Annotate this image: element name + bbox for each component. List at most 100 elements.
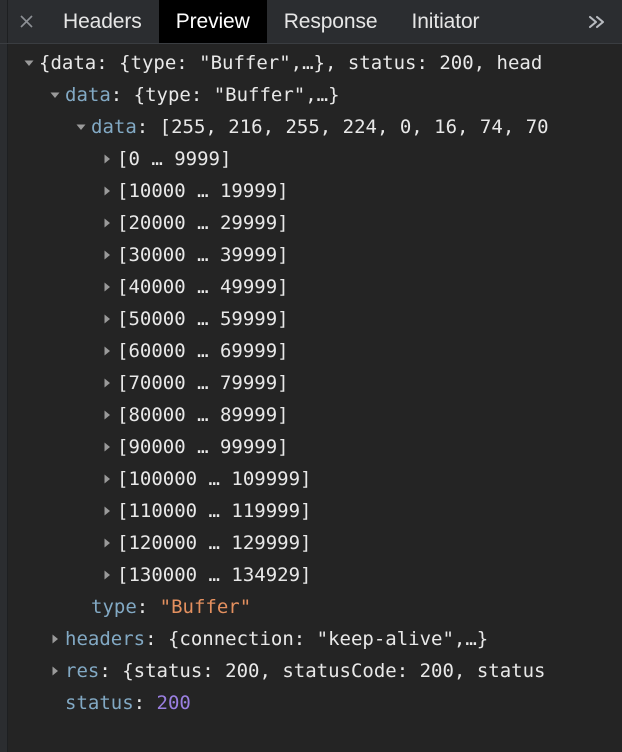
- json-key: type: [91, 596, 137, 618]
- tab-list: Headers Preview Response Initiator: [46, 0, 496, 43]
- tree-row[interactable]: [100000 … 109999]: [8, 463, 622, 495]
- tree-row[interactable]: [40000 … 49999]: [8, 271, 622, 303]
- tab-preview[interactable]: Preview: [159, 0, 267, 43]
- tree-row-text: [30000 … 39999]: [117, 239, 289, 271]
- json-preview-text: [30000 … 39999]: [117, 244, 289, 266]
- tree-row[interactable]: [30000 … 39999]: [8, 239, 622, 271]
- json-preview-text: :: [137, 596, 160, 618]
- chevron-right-icon[interactable]: [100, 207, 114, 239]
- chevron-right-icon[interactable]: [100, 175, 114, 207]
- json-number-value: 200: [157, 692, 191, 714]
- tree-row[interactable]: data: [255, 216, 255, 224, 0, 16, 74, 70: [8, 111, 622, 143]
- tree-row[interactable]: [10000 … 19999]: [8, 175, 622, 207]
- tree-row[interactable]: [110000 … 119999]: [8, 495, 622, 527]
- tree-row[interactable]: headers: {connection: "keep-alive",…}: [8, 623, 622, 655]
- chevron-right-icon[interactable]: [100, 431, 114, 463]
- chevron-down-icon[interactable]: [48, 79, 62, 111]
- tree-row[interactable]: status: 200: [8, 687, 622, 719]
- close-button[interactable]: [0, 0, 46, 43]
- json-key: data: [65, 84, 111, 106]
- json-preview-text: :: [134, 692, 157, 714]
- tree-row[interactable]: res: {status: 200, statusCode: 200, stat…: [8, 655, 622, 687]
- json-preview-text: {data: {type: "Buffer",…}, status: 200, …: [39, 52, 542, 74]
- tab-initiator[interactable]: Initiator: [394, 0, 496, 43]
- tree-row-text: [130000 … 134929]: [117, 559, 311, 591]
- chevron-down-icon[interactable]: [22, 47, 36, 79]
- chevron-down-icon[interactable]: [74, 111, 88, 143]
- chevron-right-icon[interactable]: [100, 239, 114, 271]
- tab-label: Response: [284, 10, 378, 34]
- chevron-right-icon[interactable]: [100, 143, 114, 175]
- json-preview-text: [40000 … 49999]: [117, 276, 289, 298]
- preview-panel: {data: {type: "Buffer",…}, status: 200, …: [0, 44, 622, 752]
- chevron-right-icon[interactable]: [48, 623, 62, 655]
- chevron-right-icon[interactable]: [100, 495, 114, 527]
- json-preview-text: [0 … 9999]: [117, 148, 231, 170]
- json-preview-text: [10000 … 19999]: [117, 180, 289, 202]
- close-icon: [18, 13, 35, 30]
- tab-label: Initiator: [411, 10, 479, 34]
- json-preview-text: [20000 … 29999]: [117, 212, 289, 234]
- tree-row-text: {data: {type: "Buffer",…}, status: 200, …: [39, 47, 542, 79]
- chevron-right-icon[interactable]: [100, 367, 114, 399]
- tree-row[interactable]: [20000 … 29999]: [8, 207, 622, 239]
- tree-row[interactable]: type: "Buffer": [8, 591, 622, 623]
- tree-row[interactable]: [80000 … 89999]: [8, 399, 622, 431]
- json-key: status: [65, 692, 134, 714]
- chevron-double-right-icon: [586, 13, 608, 31]
- chevron-right-icon[interactable]: [100, 527, 114, 559]
- chevron-right-icon: [48, 687, 62, 719]
- tree-row[interactable]: [130000 … 134929]: [8, 559, 622, 591]
- tree-row[interactable]: [90000 … 99999]: [8, 431, 622, 463]
- chevron-right-icon[interactable]: [100, 271, 114, 303]
- json-preview-text: [60000 … 69999]: [117, 340, 289, 362]
- tree-row-text: [0 … 9999]: [117, 143, 231, 175]
- chevron-right-icon[interactable]: [100, 335, 114, 367]
- json-preview-text: : {type: "Buffer",…}: [111, 84, 340, 106]
- tree-row-text: [90000 … 99999]: [117, 431, 289, 463]
- chevron-right-icon[interactable]: [100, 463, 114, 495]
- json-key: res: [65, 660, 99, 682]
- tree-row-text: type: "Buffer": [91, 591, 251, 623]
- json-tree[interactable]: {data: {type: "Buffer",…}, status: 200, …: [8, 44, 622, 752]
- json-preview-text: [120000 … 129999]: [117, 532, 311, 554]
- tree-row[interactable]: data: {type: "Buffer",…}: [8, 79, 622, 111]
- tree-row-text: [50000 … 59999]: [117, 303, 289, 335]
- chevron-right-icon[interactable]: [100, 559, 114, 591]
- tree-row[interactable]: [0 … 9999]: [8, 143, 622, 175]
- json-preview-text: [100000 … 109999]: [117, 468, 311, 490]
- chevron-right-icon[interactable]: [48, 655, 62, 687]
- tree-row-text: [100000 … 109999]: [117, 463, 311, 495]
- tree-row[interactable]: [60000 … 69999]: [8, 335, 622, 367]
- tab-label: Preview: [176, 10, 250, 34]
- tree-row-text: headers: {connection: "keep-alive",…}: [65, 623, 488, 655]
- json-key: data: [91, 116, 137, 138]
- tree-row[interactable]: [50000 … 59999]: [8, 303, 622, 335]
- more-tabs-button[interactable]: [572, 0, 622, 43]
- tree-row[interactable]: [120000 … 129999]: [8, 527, 622, 559]
- json-preview-text: [50000 … 59999]: [117, 308, 289, 330]
- tree-row[interactable]: [70000 … 79999]: [8, 367, 622, 399]
- tab-label: Headers: [63, 10, 142, 34]
- tab-headers[interactable]: Headers: [46, 0, 159, 43]
- json-preview-text: [130000 … 134929]: [117, 564, 311, 586]
- tab-response[interactable]: Response: [267, 0, 395, 43]
- tree-row-text: data: {type: "Buffer",…}: [65, 79, 340, 111]
- json-preview-text: [70000 … 79999]: [117, 372, 289, 394]
- tree-row-text: [70000 … 79999]: [117, 367, 289, 399]
- tree-row-text: [110000 … 119999]: [117, 495, 311, 527]
- chevron-right-icon[interactable]: [100, 399, 114, 431]
- json-key: headers: [65, 628, 145, 650]
- json-preview-text: [110000 … 119999]: [117, 500, 311, 522]
- json-preview-text: [90000 … 99999]: [117, 436, 289, 458]
- json-preview-text: : {status: 200, statusCode: 200, status: [99, 660, 545, 682]
- tree-row-text: [60000 … 69999]: [117, 335, 289, 367]
- tree-row-text: [10000 … 19999]: [117, 175, 289, 207]
- json-preview-text: : {connection: "keep-alive",…}: [145, 628, 488, 650]
- json-preview-text: [80000 … 89999]: [117, 404, 289, 426]
- tree-row[interactable]: {data: {type: "Buffer",…}, status: 200, …: [8, 47, 622, 79]
- chevron-right-icon[interactable]: [100, 303, 114, 335]
- tree-row-text: [120000 … 129999]: [117, 527, 311, 559]
- tree-row-text: status: 200: [65, 687, 191, 719]
- chevron-right-icon: [74, 591, 88, 623]
